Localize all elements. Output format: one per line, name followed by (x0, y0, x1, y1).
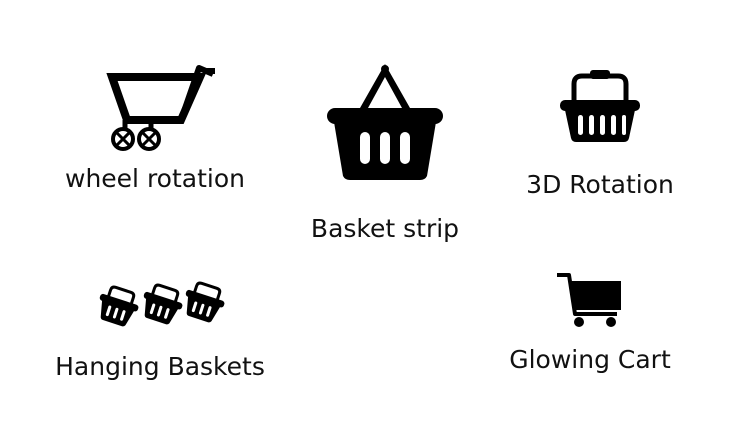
basket-strip-label: Basket strip (310, 214, 460, 243)
hanging-basket-2-icon (135, 280, 188, 328)
wheel-rotation-tile[interactable]: wheel rotation (40, 58, 270, 194)
hanging-basket-1-icon (92, 282, 144, 328)
wheel-rotation-label: wheel rotation (65, 164, 245, 193)
hanging-baskets-tile[interactable]: Hanging Baskets (40, 276, 280, 382)
basket-handle-icon (560, 70, 640, 142)
glowing-cart-tile[interactable]: Glowing Cart (490, 270, 690, 375)
basket-strip-tile[interactable]: Basket strip (285, 60, 485, 244)
shopping-cart-outline-icon (106, 65, 215, 151)
hanging-baskets-label: Hanging Baskets (55, 352, 265, 381)
three-tilted-baskets-icon (92, 278, 228, 328)
3d-rotation-tile[interactable]: 3D Rotation (500, 70, 700, 200)
hanging-basket-3-icon (177, 278, 228, 327)
glowing-cart-label: Glowing Cart (509, 345, 671, 374)
hanging-basket-icon (327, 64, 443, 180)
shopping-cart-filled-icon (557, 273, 621, 327)
3d-rotation-label: 3D Rotation (526, 170, 674, 199)
